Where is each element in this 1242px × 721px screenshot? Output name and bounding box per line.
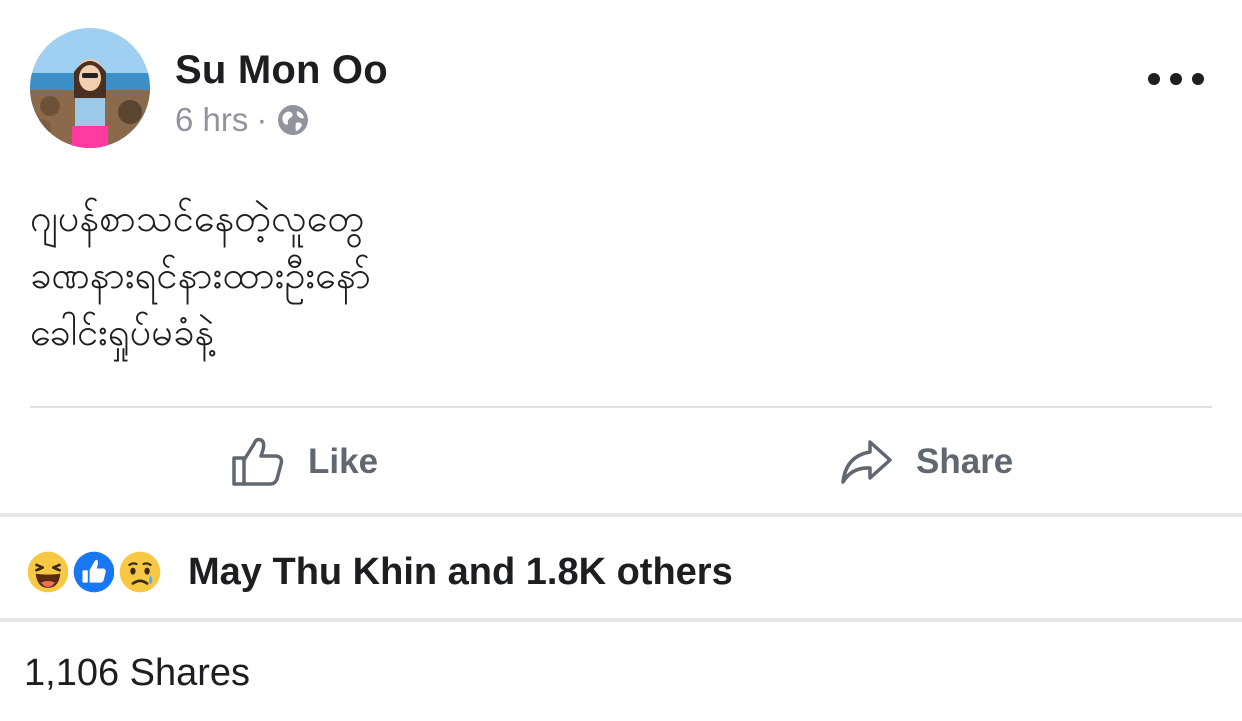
- more-options-icon[interactable]: [1148, 62, 1204, 96]
- shares-count[interactable]: 1,106 Shares: [24, 652, 250, 695]
- share-label: Share: [916, 442, 1014, 481]
- post-body-line: ဂျပန်စာသင်နေတဲ့လူတွေ: [30, 196, 365, 240]
- share-button[interactable]: Share: [838, 426, 1013, 498]
- post-timestamp[interactable]: 6 hrs: [175, 101, 248, 139]
- reactions-summary-text[interactable]: May Thu Khin and 1.8K others: [188, 551, 733, 594]
- section-separator: [0, 513, 1242, 517]
- reactions-summary[interactable]: May Thu Khin and 1.8K others: [22, 540, 733, 604]
- author-name[interactable]: Su Mon Oo: [175, 48, 388, 93]
- post-card: Su Mon Oo 6 hrs · ဂျပန်စာသင်နေတဲ့လူတွေ ခ…: [0, 0, 1242, 721]
- more-dot: [1192, 73, 1204, 85]
- sad-reaction-icon: [114, 546, 166, 598]
- globe-icon: [277, 104, 309, 136]
- avatar-photo: [30, 28, 150, 148]
- reaction-icons: [22, 546, 166, 598]
- post-meta: 6 hrs ·: [175, 101, 309, 139]
- meta-separator: ·: [256, 101, 268, 138]
- divider: [30, 406, 1212, 408]
- more-dot: [1148, 73, 1160, 85]
- post-body-line: ခဏနားရင်နားထားဦးနော်: [30, 253, 372, 297]
- like-button[interactable]: Like: [230, 426, 378, 498]
- post-body: ဂျပန်စာသင်နေတဲ့လူတွေ ခဏနားရင်နားထားဦးနော…: [30, 190, 1210, 361]
- section-separator: [0, 618, 1242, 622]
- author-avatar[interactable]: [30, 28, 150, 148]
- thumbs-up-icon: [232, 437, 284, 486]
- post-body-line: ခေါင်းရှုပ်မခံနဲ့: [30, 310, 215, 354]
- more-dot: [1170, 73, 1182, 85]
- haha-reaction-icon: [22, 546, 74, 598]
- share-arrow-icon: [841, 440, 892, 484]
- like-label: Like: [308, 442, 379, 481]
- like-reaction-icon: [68, 546, 120, 598]
